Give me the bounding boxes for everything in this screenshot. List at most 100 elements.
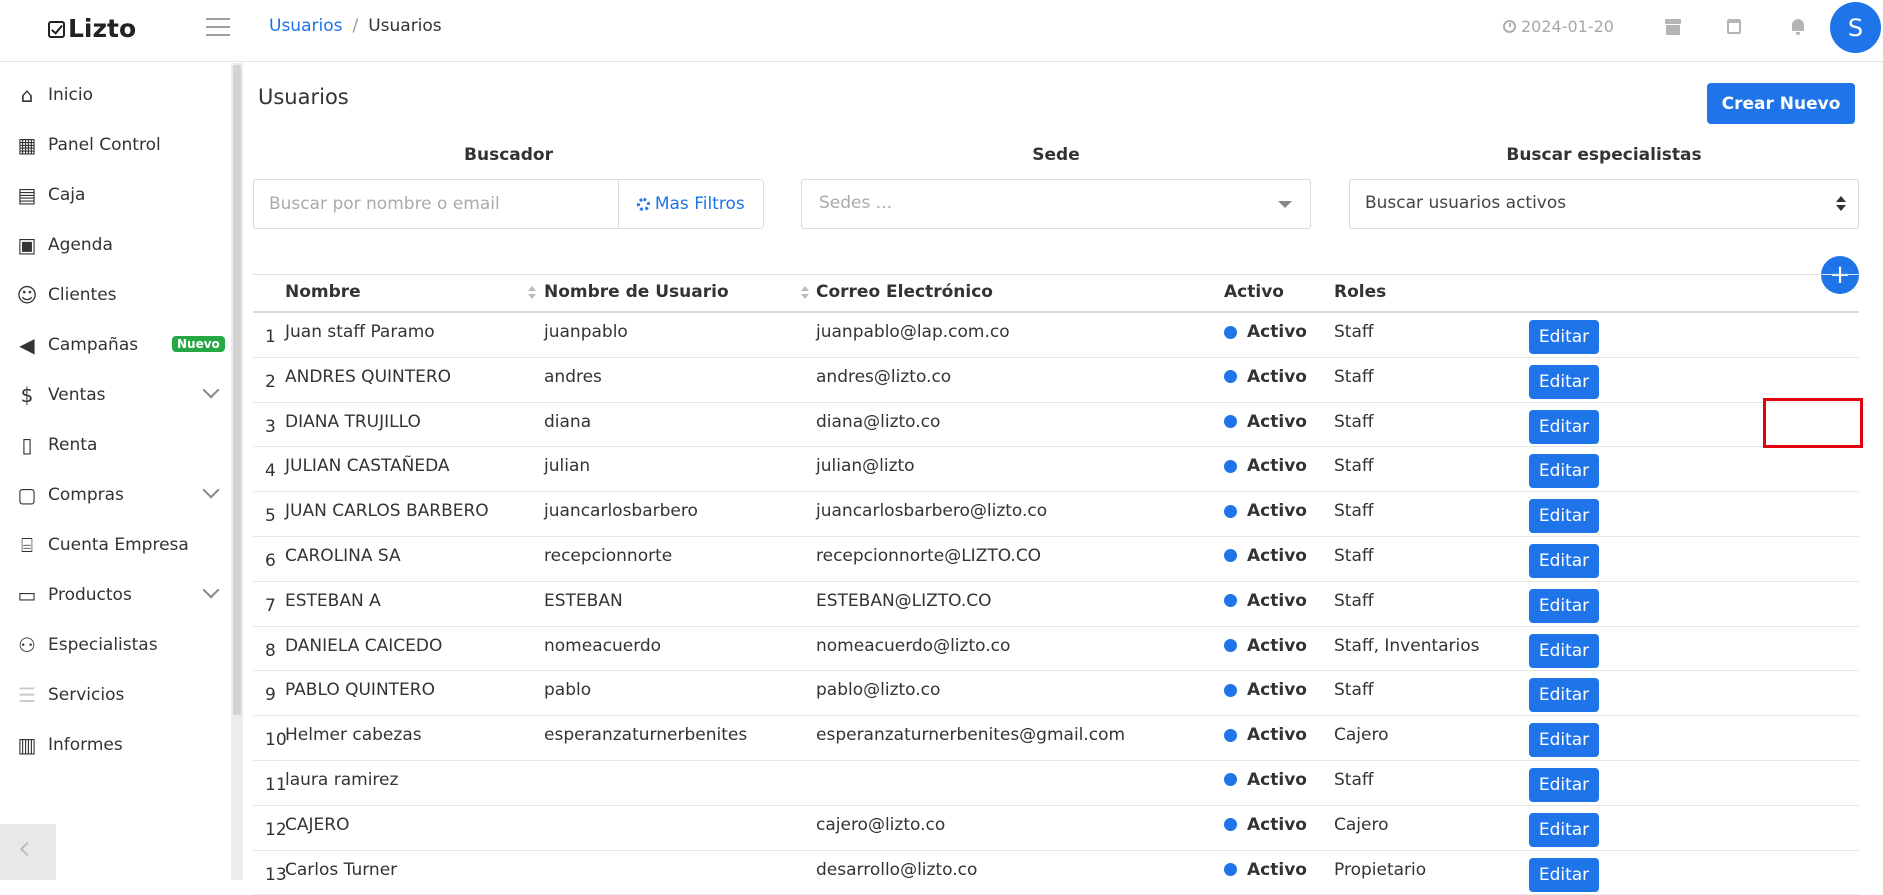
new-badge: Nuevo [172, 336, 225, 352]
user-avatar[interactable]: S [1830, 2, 1881, 53]
archive-icon: ▭ [17, 583, 37, 607]
more-filters-button[interactable]: Mas Filtros [617, 180, 763, 228]
home-icon: ⌂ [20, 83, 34, 107]
status-dot-icon [1224, 863, 1237, 877]
cell-email: juanpablo@lap.com.co [816, 322, 1010, 342]
bar-chart-icon: ▥ [17, 733, 37, 757]
search-label: Buscador [464, 145, 553, 165]
edit-button[interactable]: Editar [1529, 633, 1599, 668]
edit-button[interactable]: Editar [1529, 723, 1599, 758]
cell-roles: Staff [1334, 456, 1374, 477]
breadcrumb-parent-link[interactable]: Usuarios [269, 16, 342, 36]
edit-button[interactable]: Editar [1529, 812, 1599, 847]
chevron-left-icon [19, 841, 35, 857]
header-email[interactable]: Correo Electrónico [816, 282, 993, 302]
sidebar-item-label: Especialistas [48, 635, 158, 655]
header-username[interactable]: Nombre de Usuario [544, 282, 729, 302]
header-name[interactable]: Nombre [285, 282, 361, 302]
main-content: Usuarios Crear Nuevo Buscador Sede Busca… [243, 63, 1883, 895]
breadcrumb: Usuarios / Usuarios [269, 16, 442, 36]
cell-roles: Staff [1334, 545, 1374, 566]
sidebar-item-especialistas[interactable]: ⚇ Especialistas [0, 625, 230, 665]
sidebar-scrollbar[interactable] [231, 63, 243, 880]
breadcrumb-current: Usuarios [368, 16, 442, 36]
sidebar-item-renta[interactable]: ▯ Renta [0, 425, 230, 465]
status-dot-icon [1224, 504, 1237, 518]
sidebar-item-compras[interactable]: ▢ Compras [0, 475, 230, 515]
current-date-text: 2024-01-20 [1521, 17, 1614, 36]
edit-button[interactable]: Editar [1529, 499, 1599, 534]
especialistas-select[interactable]: Buscar usuarios activos [1349, 179, 1859, 229]
dollar-icon: $ [20, 383, 34, 407]
cell-active: Activo [1224, 680, 1307, 700]
cell-email: ESTEBAN@LIZTO.CO [816, 590, 992, 611]
chevron-down-icon[interactable] [202, 581, 220, 599]
sidebar-item-agenda[interactable]: ▣ Agenda [0, 225, 230, 265]
cell-name: PABLO QUINTERO [285, 680, 435, 701]
search-input[interactable] [254, 180, 618, 228]
table-row: 7 ESTEBAN A ESTEBAN ESTEBAN@LIZTO.CO Staff Ac… [253, 582, 1859, 627]
edit-button[interactable]: Editar [1529, 588, 1599, 623]
cell-active: Activo [1224, 412, 1307, 432]
edit-button[interactable]: Editar [1529, 857, 1599, 892]
row-index: 1 [265, 327, 276, 347]
sort-icon[interactable] [801, 286, 809, 300]
edit-button[interactable]: Editar [1529, 543, 1599, 578]
edit-button[interactable]: Editar [1529, 364, 1599, 399]
sidebar: ⌂ Inicio ▦ Panel Control ▤ Caja ▣ Agenda… [0, 63, 230, 880]
sede-select[interactable]: Sedes ... [801, 179, 1311, 229]
sidebar-item-panel-control[interactable]: ▦ Panel Control [0, 125, 230, 165]
sort-icon[interactable] [528, 286, 536, 300]
status-text: Activo [1247, 769, 1307, 790]
sidebar-item-inicio[interactable]: ⌂ Inicio [0, 75, 230, 115]
app-logo[interactable]: Lizto [48, 14, 136, 43]
edit-button[interactable]: Editar [1529, 678, 1599, 713]
logo-text: Lizto [68, 14, 137, 43]
sidebar-item-caja[interactable]: ▤ Caja [0, 175, 230, 215]
especialistas-label: Buscar especialistas [1506, 145, 1702, 165]
sede-select-value: Sedes ... [819, 193, 892, 213]
top-bar: Lizto Usuarios / Usuarios 2024-01-20 S [0, 0, 1883, 62]
cell-name: ANDRES QUINTERO [285, 366, 452, 387]
edit-button[interactable]: Editar [1529, 409, 1599, 444]
users-table: Nombre Nombre de Usuario Correo Electrón… [253, 274, 1859, 895]
chevron-down-icon[interactable] [202, 381, 220, 399]
scrollbar-thumb[interactable] [233, 65, 241, 715]
row-index: 13 [265, 864, 287, 885]
status-text: Activo [1247, 322, 1307, 342]
sidebar-item-servicios[interactable]: ☰ Servicios [0, 675, 230, 715]
edit-button[interactable]: Editar [1529, 767, 1599, 802]
cell-email: andres@lizto.co [816, 366, 952, 387]
row-index: 5 [265, 506, 276, 527]
sidebar-item-label: Compras [48, 485, 124, 505]
sort-down-icon [1836, 205, 1846, 211]
status-text: Activo [1247, 411, 1307, 432]
archive-icon[interactable] [1665, 19, 1681, 35]
gears-icon [636, 197, 650, 211]
edit-button[interactable]: Editar [1529, 320, 1599, 354]
sidebar-item-label: Clientes [48, 285, 117, 305]
sidebar-item-cuenta-empresa[interactable]: ⌸ Cuenta Empresa [0, 525, 230, 565]
status-text: Activo [1247, 590, 1307, 611]
row-index: 11 [265, 774, 287, 795]
menu-toggle-icon[interactable] [206, 18, 230, 38]
edit-button[interactable]: Editar [1529, 454, 1599, 489]
table-row: 10 Helmer cabezas esperanzaturnerbenites es… [253, 716, 1859, 761]
cell-email: recepcionnorte@LIZTO.CO [816, 545, 1042, 566]
sidebar-item-campanas[interactable]: ◀ Campañas Nuevo [0, 325, 230, 365]
sidebar-item-ventas[interactable]: $ Ventas [0, 375, 230, 415]
create-new-button[interactable]: Crear Nuevo [1707, 83, 1855, 124]
notifications-bell-icon[interactable] [1790, 19, 1806, 35]
sidebar-item-clientes[interactable]: ☺ Clientes [0, 275, 230, 315]
calendar-icon[interactable] [1727, 19, 1743, 35]
status-text: Activo [1247, 725, 1307, 746]
cell-name: JULIAN CASTAÑEDA [285, 456, 450, 477]
users-icon: ⚇ [18, 633, 36, 657]
collapse-sidebar-button[interactable] [0, 824, 56, 880]
chevron-down-icon[interactable] [202, 481, 220, 499]
status-dot-icon [1224, 594, 1237, 608]
cell-active: Activo [1224, 456, 1307, 476]
table-row: 6 CAROLINA SA recepcionnorte recepcionnorte… [253, 537, 1859, 582]
sidebar-item-productos[interactable]: ▭ Productos [0, 575, 230, 615]
sidebar-item-informes[interactable]: ▥ Informes [0, 725, 230, 765]
